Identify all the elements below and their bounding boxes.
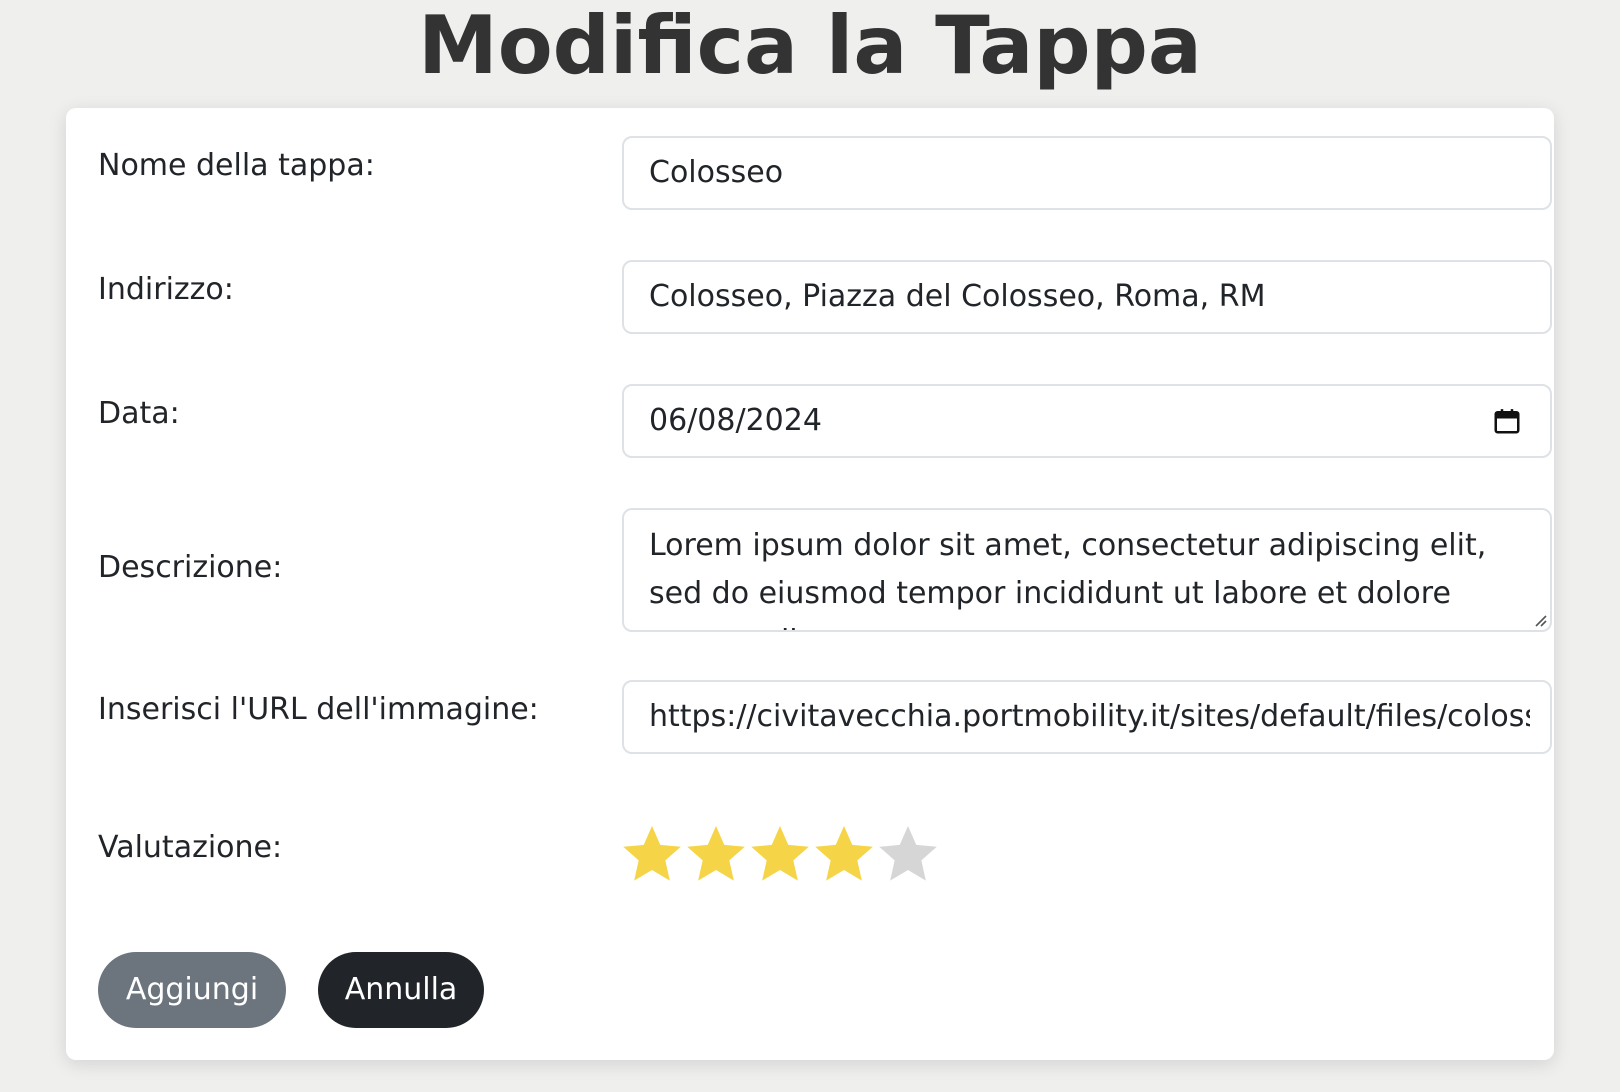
resize-handle-icon[interactable] <box>1531 611 1547 627</box>
address-label: Indirizzo: <box>98 272 234 307</box>
date-input[interactable]: 06/08/2024 <box>622 384 1552 458</box>
address-input-value: Colosseo, Piazza del Colosseo, Roma, RM <box>649 279 1266 314</box>
name-label: Nome della tappa: <box>98 148 375 183</box>
address-row: Indirizzo: Colosseo, Piazza del Colosseo… <box>98 260 1552 334</box>
name-input-value: Colosseo <box>649 155 784 190</box>
cancel-button[interactable]: Annulla <box>318 952 484 1028</box>
edit-stop-form-card: Nome della tappa: Colosseo Indirizzo: Co… <box>66 108 1554 1060</box>
star-icon[interactable] <box>748 820 812 888</box>
star-icon[interactable] <box>620 820 684 888</box>
star-icon[interactable] <box>812 820 876 888</box>
image-url-input-value: https://civitavecchia.portmobility.it/si… <box>649 699 1530 734</box>
calendar-icon[interactable] <box>1492 406 1522 436</box>
description-textarea[interactable]: Lorem ipsum dolor sit amet, consectetur … <box>622 508 1552 632</box>
page-title: Modifica la Tappa <box>418 0 1202 92</box>
rating-label: Valutazione: <box>98 830 283 865</box>
description-row: Descrizione: Lorem ipsum dolor sit amet,… <box>98 508 1552 632</box>
star-rating[interactable] <box>620 820 940 888</box>
image-url-row: Inserisci l'URL dell'immagine: https://c… <box>98 680 1552 754</box>
description-label: Descrizione: <box>98 550 283 585</box>
image-url-input[interactable]: https://civitavecchia.portmobility.it/si… <box>622 680 1552 754</box>
name-row: Nome della tappa: Colosseo <box>98 136 1552 210</box>
address-input[interactable]: Colosseo, Piazza del Colosseo, Roma, RM <box>622 260 1552 334</box>
date-input-value: 06/08/2024 <box>649 403 822 438</box>
rating-row: Valutazione: <box>98 820 1522 890</box>
date-label: Data: <box>98 396 180 431</box>
star-icon[interactable] <box>876 820 940 888</box>
add-button[interactable]: Aggiungi <box>98 952 286 1028</box>
description-textarea-value: Lorem ipsum dolor sit amet, consectetur … <box>649 528 1487 630</box>
image-url-label: Inserisci l'URL dell'immagine: <box>98 692 539 727</box>
date-row: Data: 06/08/2024 <box>98 384 1552 458</box>
star-icon[interactable] <box>684 820 748 888</box>
name-input[interactable]: Colosseo <box>622 136 1552 210</box>
